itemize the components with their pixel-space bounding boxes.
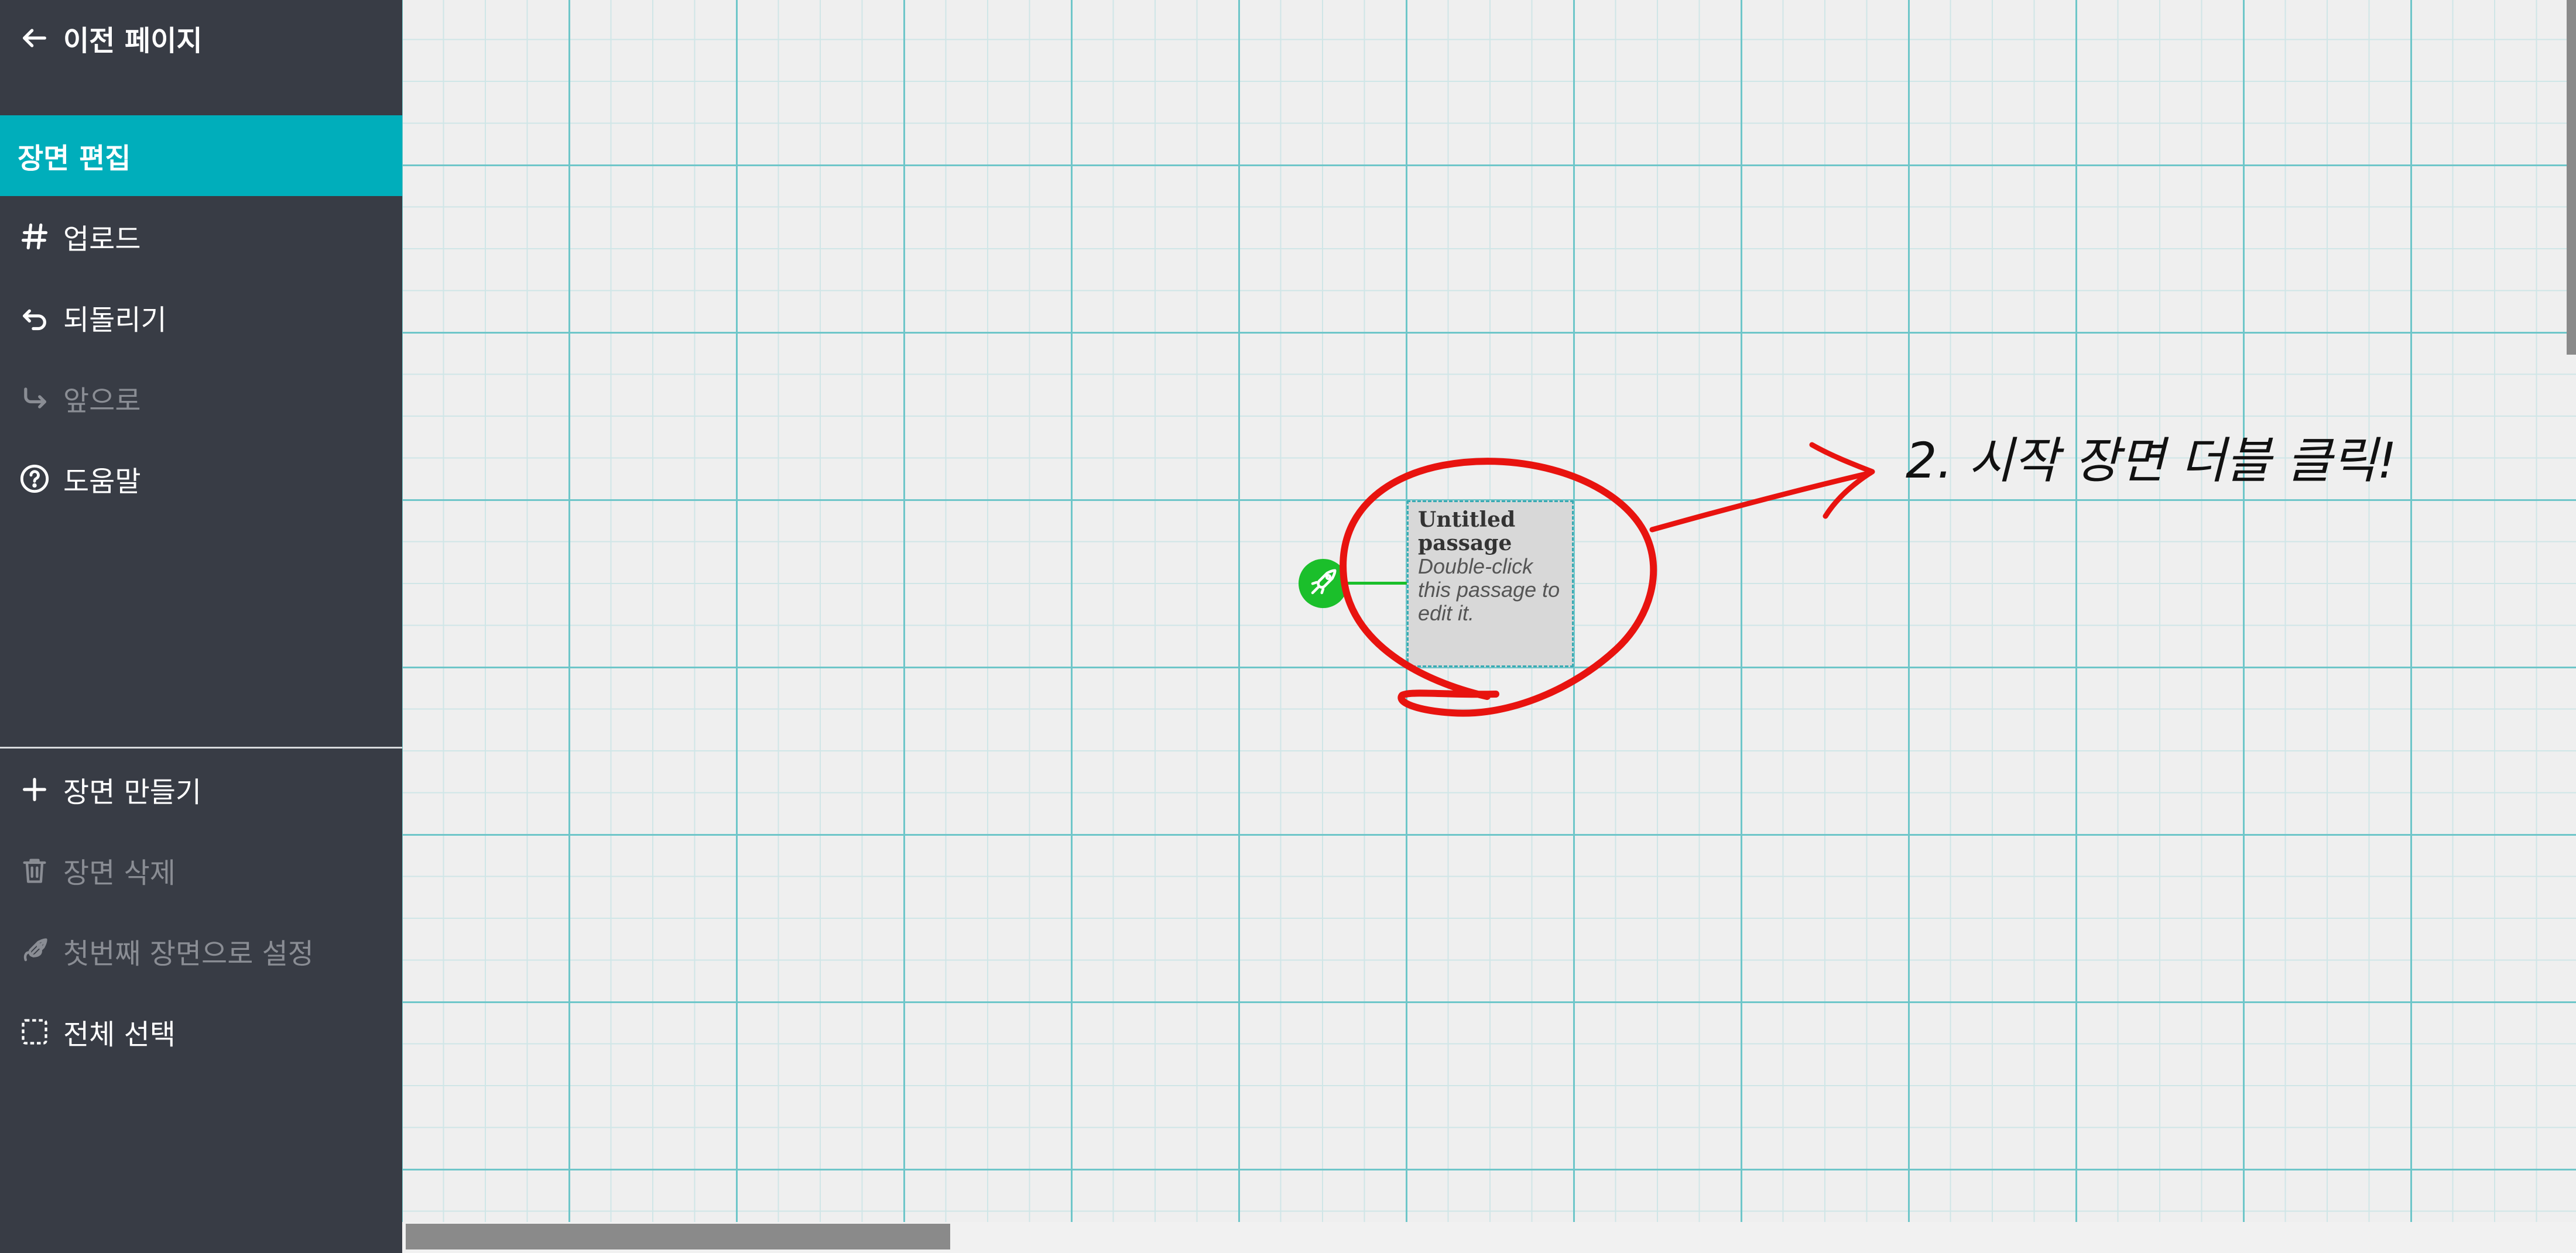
- new-passage-button[interactable]: 장면 만들기: [0, 749, 402, 830]
- delete-passage-button[interactable]: 장면 삭제: [0, 830, 402, 911]
- sidebar-divider: [0, 747, 402, 749]
- help-button[interactable]: 도움말: [0, 438, 402, 519]
- story-map-app: 이전 페이지 장면 편집 업로드 되돌리기 앞으로 도움말 장면 만들기 장면 …: [0, 0, 2576, 1253]
- rocket-icon: [1307, 567, 1339, 600]
- undo-label: 되돌리기: [63, 304, 167, 337]
- undo-icon: [18, 300, 52, 334]
- upload-button[interactable]: 업로드: [0, 196, 402, 277]
- horizontal-scrollbar-thumb[interactable]: [406, 1224, 950, 1249]
- help-icon: [18, 462, 52, 496]
- upload-label: 업로드: [63, 223, 141, 256]
- undo-button[interactable]: 되돌리기: [0, 277, 402, 358]
- select-all-label: 전체 선택: [63, 1018, 176, 1051]
- sidebar: 이전 페이지 장면 편집 업로드 되돌리기 앞으로 도움말 장면 만들기 장면 …: [0, 0, 402, 1253]
- passage-title: Untitled passage: [1418, 507, 1516, 555]
- redo-icon: [18, 381, 52, 415]
- passage-excerpt: Double-click this passage to edit it.: [1418, 554, 1560, 625]
- redo-label: 앞으로: [63, 385, 141, 417]
- delete-passage-label: 장면 삭제: [63, 857, 176, 890]
- set-start-passage-button[interactable]: 첫번째 장면으로 설정: [0, 911, 402, 991]
- set-start-passage-label: 첫번째 장면으로 설정: [63, 938, 314, 970]
- select-all-icon: [18, 1015, 52, 1049]
- rocket-icon: [18, 934, 52, 968]
- back-button-label: 이전 페이지: [63, 25, 203, 57]
- start-passage-connector: [1347, 582, 1407, 585]
- annotation-text: 2. 시작 장면 더블 클릭!: [1906, 432, 2397, 489]
- arrow-left-icon: [18, 21, 52, 55]
- tab-edit-passages-label: 장면 편집: [18, 142, 131, 175]
- tab-edit-passages[interactable]: 장면 편집: [0, 115, 402, 196]
- plus-icon: [18, 773, 52, 806]
- select-all-button[interactable]: 전체 선택: [0, 991, 402, 1072]
- start-passage-badge: [1299, 559, 1348, 608]
- new-passage-label: 장면 만들기: [63, 776, 202, 809]
- passage-card[interactable]: Untitled passage Double-click this passa…: [1407, 500, 1574, 667]
- help-label: 도움말: [63, 465, 141, 498]
- redo-button[interactable]: 앞으로: [0, 358, 402, 438]
- hash-icon: [18, 219, 52, 253]
- vertical-scrollbar-thumb[interactable]: [2567, 0, 2576, 355]
- back-button[interactable]: 이전 페이지: [0, 0, 402, 76]
- trash-icon: [18, 853, 52, 887]
